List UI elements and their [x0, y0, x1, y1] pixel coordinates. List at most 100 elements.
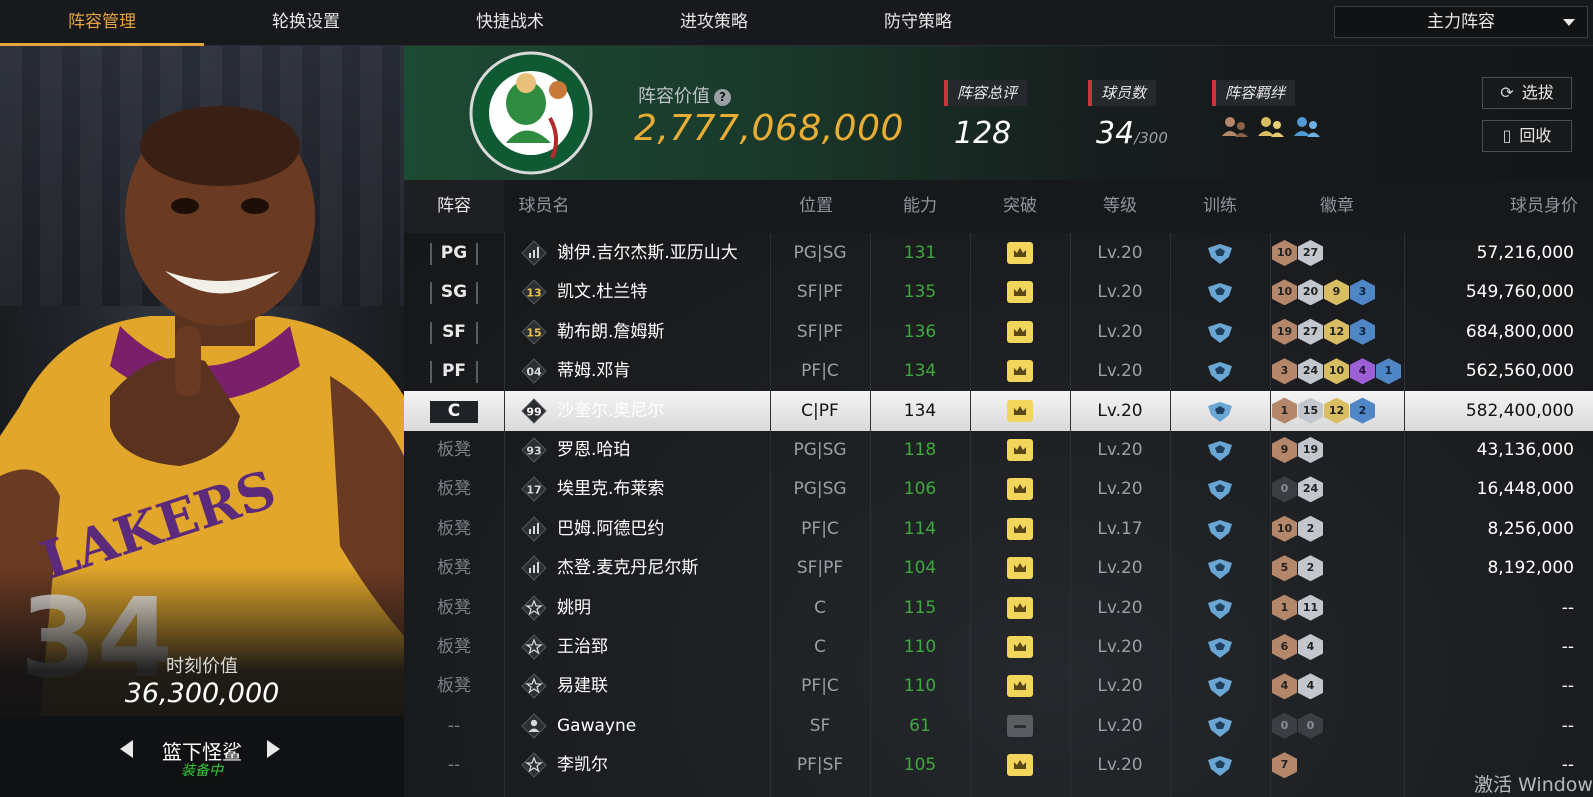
- lineup-slot[interactable]: PG: [404, 233, 504, 273]
- col-level[interactable]: 等级: [1070, 180, 1170, 233]
- player-name[interactable]: 勒布朗.詹姆斯: [557, 312, 664, 352]
- col-player-value[interactable]: 球员身价: [1404, 180, 1578, 233]
- col-badges[interactable]: 徽章: [1270, 180, 1404, 233]
- breakthrough-cell[interactable]: [970, 430, 1070, 470]
- table-row[interactable]: 板凳 93 罗恩.哈珀 PG|SG 118 Lv.20 9 19 43,136,000: [404, 430, 1593, 470]
- lineup-slot[interactable]: 板凳: [404, 469, 504, 509]
- table-row[interactable]: 板凳 易建联 PF|C 110 Lv.20 4 4 --: [404, 666, 1593, 706]
- lineup-slot[interactable]: SG: [404, 272, 504, 312]
- badge-list[interactable]: 00: [1272, 712, 1323, 739]
- training-cell[interactable]: [1170, 351, 1270, 391]
- lineup-slot[interactable]: --: [404, 745, 504, 785]
- badge-list[interactable]: 1 11: [1272, 594, 1323, 621]
- lineup-slot[interactable]: 板凳: [404, 509, 504, 549]
- player-name[interactable]: 易建联: [557, 666, 608, 706]
- lineup-slot[interactable]: --: [404, 706, 504, 746]
- breakthrough-cell[interactable]: [970, 666, 1070, 706]
- breakthrough-cell[interactable]: [970, 312, 1070, 352]
- breakthrough-cell[interactable]: [970, 272, 1070, 312]
- breakthrough-cell[interactable]: [970, 391, 1070, 431]
- badge-list[interactable]: 10 20 9 3: [1272, 279, 1375, 306]
- training-cell[interactable]: [1170, 233, 1270, 273]
- badge-list[interactable]: 10 2: [1272, 515, 1323, 542]
- player-name[interactable]: 谢伊.吉尔杰斯.亚历山大: [557, 233, 738, 273]
- table-row[interactable]: 板凳 姚明 C 115 Lv.20 1 11 --: [404, 588, 1593, 628]
- training-cell[interactable]: [1170, 272, 1270, 312]
- lineup-slot[interactable]: 板凳: [404, 588, 504, 628]
- bond-gold-icon[interactable]: [1256, 114, 1286, 138]
- badge-list[interactable]: 64: [1272, 634, 1323, 660]
- table-row[interactable]: SG 13 凯文.杜兰特 SF|PF 135 Lv.20 10 20 9 3 549,760,000: [404, 272, 1593, 312]
- table-row[interactable]: 板凳 杰登.麦克丹尼尔斯 SF|PF 104 Lv.20 5 2 8,192,000: [404, 548, 1593, 588]
- training-cell[interactable]: [1170, 391, 1270, 431]
- bond-bronze-icon[interactable]: [1220, 114, 1250, 138]
- lineup-slot[interactable]: 板凳: [404, 627, 504, 667]
- breakthrough-cell[interactable]: [970, 469, 1070, 509]
- training-cell[interactable]: [1170, 430, 1270, 470]
- player-name[interactable]: 李凯尔: [557, 745, 608, 785]
- lineup-slot[interactable]: C: [404, 391, 504, 431]
- table-row[interactable]: -- 李凯尔 PF|SF 105 Lv.20 7 --: [404, 745, 1593, 785]
- training-cell[interactable]: [1170, 666, 1270, 706]
- table-row[interactable]: PG 谢伊.吉尔杰斯.亚历山大 PG|SG 131 Lv.20 10 27 57,216,00…: [404, 233, 1593, 273]
- scout-button[interactable]: ⟳ 选拔: [1482, 77, 1572, 109]
- player-name[interactable]: 巴姆.阿德巴约: [557, 509, 664, 549]
- badge-list[interactable]: 19 27 12 3: [1272, 318, 1375, 345]
- recycle-button[interactable]: ▯ 回收: [1482, 120, 1572, 152]
- player-name[interactable]: 蒂姆.邓肯: [557, 351, 630, 391]
- player-name[interactable]: 姚明: [557, 588, 591, 628]
- training-cell[interactable]: [1170, 588, 1270, 628]
- training-cell[interactable]: [1170, 745, 1270, 785]
- badge-list[interactable]: 10 27: [1272, 240, 1323, 266]
- tab-offense-strategy[interactable]: 进攻策略: [612, 0, 816, 46]
- training-cell[interactable]: [1170, 548, 1270, 588]
- badge-list[interactable]: 3 24 10 4 1: [1272, 358, 1401, 385]
- table-row[interactable]: PF 04 蒂姆.邓肯 PF|C 134 Lv.20 3 24 10 4 1 562,560,000: [404, 351, 1593, 391]
- tab-defense-strategy[interactable]: 防守策略: [816, 0, 1020, 46]
- badge-list[interactable]: 52: [1272, 555, 1323, 582]
- player-name[interactable]: 凯文.杜兰特: [557, 272, 647, 312]
- breakthrough-cell[interactable]: [970, 548, 1070, 588]
- lineup-slot[interactable]: 板凳: [404, 430, 504, 470]
- badge-list[interactable]: 1 15 12 2: [1272, 397, 1375, 424]
- table-row[interactable]: 板凳 王治郅 C 110 Lv.20 6 4 --: [404, 627, 1593, 667]
- breakthrough-cell[interactable]: [970, 233, 1070, 273]
- badge-list[interactable]: 9 19: [1272, 437, 1323, 463]
- breakthrough-cell[interactable]: [970, 627, 1070, 667]
- badge-list[interactable]: 44: [1272, 673, 1323, 700]
- lineup-slot[interactable]: 板凳: [404, 548, 504, 588]
- table-row[interactable]: SF 15 勒布朗.詹姆斯 SF|PF 136 Lv.20 19 27 12 3 684,800,0…: [404, 312, 1593, 352]
- table-row[interactable]: 板凳 17 埃里克.布莱索 PG|SG 106 Lv.20 0 24 16,448,000: [404, 469, 1593, 509]
- tab-quick-tactics[interactable]: 快捷战术: [408, 0, 612, 46]
- training-cell[interactable]: [1170, 627, 1270, 667]
- help-icon[interactable]: ?: [714, 89, 731, 106]
- col-player-name[interactable]: 球员名: [504, 180, 584, 233]
- player-name[interactable]: 杰登.麦克丹尼尔斯: [557, 548, 698, 588]
- table-row[interactable]: C 99 沙奎尔.奥尼尔 C|PF 134 Lv.20 1 15 12 2 582,400,000: [404, 390, 1593, 431]
- breakthrough-cell[interactable]: [970, 745, 1070, 785]
- col-position[interactable]: 位置: [762, 180, 870, 233]
- col-training[interactable]: 训练: [1170, 180, 1270, 233]
- breakthrough-cell[interactable]: [970, 588, 1070, 628]
- badge-list[interactable]: 0 24: [1272, 476, 1323, 503]
- badge-list[interactable]: 7: [1272, 752, 1297, 779]
- player-name[interactable]: 罗恩.哈珀: [557, 430, 630, 470]
- training-cell[interactable]: [1170, 469, 1270, 509]
- training-cell[interactable]: [1170, 706, 1270, 746]
- lineup-slot[interactable]: SF: [404, 312, 504, 352]
- lineup-dropdown[interactable]: 主力阵容: [1334, 6, 1588, 38]
- training-cell[interactable]: [1170, 312, 1270, 352]
- breakthrough-cell[interactable]: [970, 351, 1070, 391]
- col-breakthrough[interactable]: 突破: [970, 180, 1070, 233]
- breakthrough-cell[interactable]: [970, 509, 1070, 549]
- tab-lineup-management[interactable]: 阵容管理: [0, 0, 204, 46]
- table-row[interactable]: 板凳 巴姆.阿德巴约 PF|C 114 Lv.17 10 2 8,256,000: [404, 509, 1593, 549]
- player-name[interactable]: Gawayne: [557, 706, 636, 746]
- tab-rotation-settings[interactable]: 轮换设置: [204, 0, 408, 46]
- table-row[interactable]: -- Gawayne SF 61 Lv.20 0 0 --: [404, 706, 1593, 746]
- player-name[interactable]: 沙奎尔.奥尼尔: [557, 391, 664, 431]
- lineup-slot[interactable]: PF: [404, 351, 504, 391]
- player-name[interactable]: 王治郅: [557, 627, 608, 667]
- lineup-slot[interactable]: 板凳: [404, 666, 504, 706]
- col-ability[interactable]: 能力: [870, 180, 970, 233]
